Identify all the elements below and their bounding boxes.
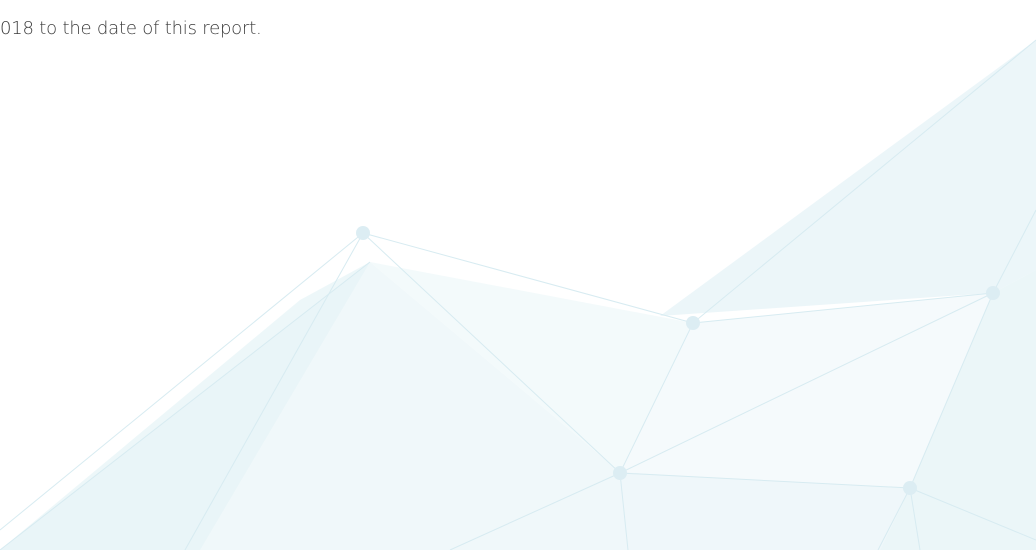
report-page: 018 to the date of this report. bbox=[0, 0, 1036, 550]
network-node bbox=[356, 226, 370, 240]
network-node bbox=[613, 466, 627, 480]
network-background-graphic bbox=[0, 39, 1036, 550]
network-node bbox=[686, 316, 700, 330]
network-node bbox=[903, 481, 917, 495]
facet-right-top bbox=[660, 40, 1036, 316]
network-node bbox=[986, 286, 1000, 300]
